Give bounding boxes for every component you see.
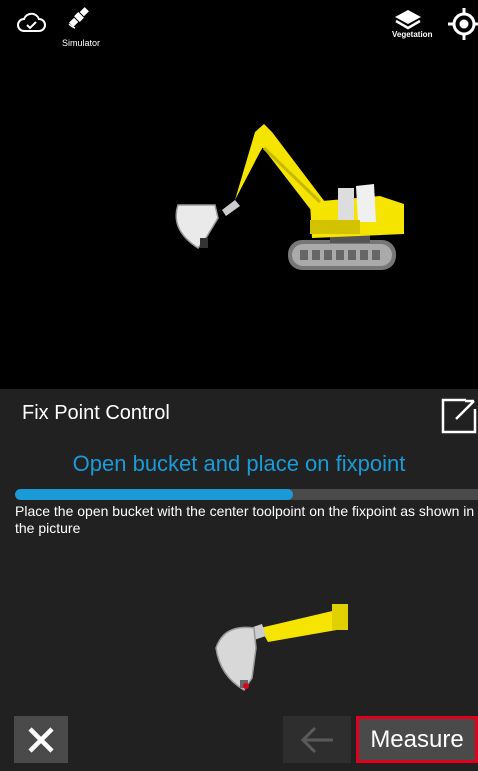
instruction-text: Place the open bucket with the center to…	[15, 503, 475, 536]
back-button[interactable]	[283, 716, 351, 763]
step-title: Open bucket and place on fixpoint	[72, 451, 406, 476]
excavator-model	[175, 124, 404, 270]
gnss-source-label: Simulator	[62, 38, 101, 48]
fix-point-panel	[0, 389, 478, 771]
cancel-button[interactable]	[14, 716, 68, 763]
satellite-icon[interactable]	[66, 4, 92, 35]
measure-button[interactable]: Measure	[356, 716, 478, 763]
cloud-check-icon[interactable]	[16, 10, 46, 39]
instruction-illustration	[215, 604, 348, 692]
progress-fill	[15, 489, 293, 500]
close-icon	[28, 726, 54, 753]
progress-bar	[15, 489, 478, 500]
arrow-left-icon	[300, 726, 333, 753]
expand-icon[interactable]	[440, 397, 478, 440]
panel-title: Fix Point Control	[22, 402, 170, 424]
crosshair-icon[interactable]	[448, 8, 478, 45]
layer-label: Vegetation	[392, 30, 433, 39]
